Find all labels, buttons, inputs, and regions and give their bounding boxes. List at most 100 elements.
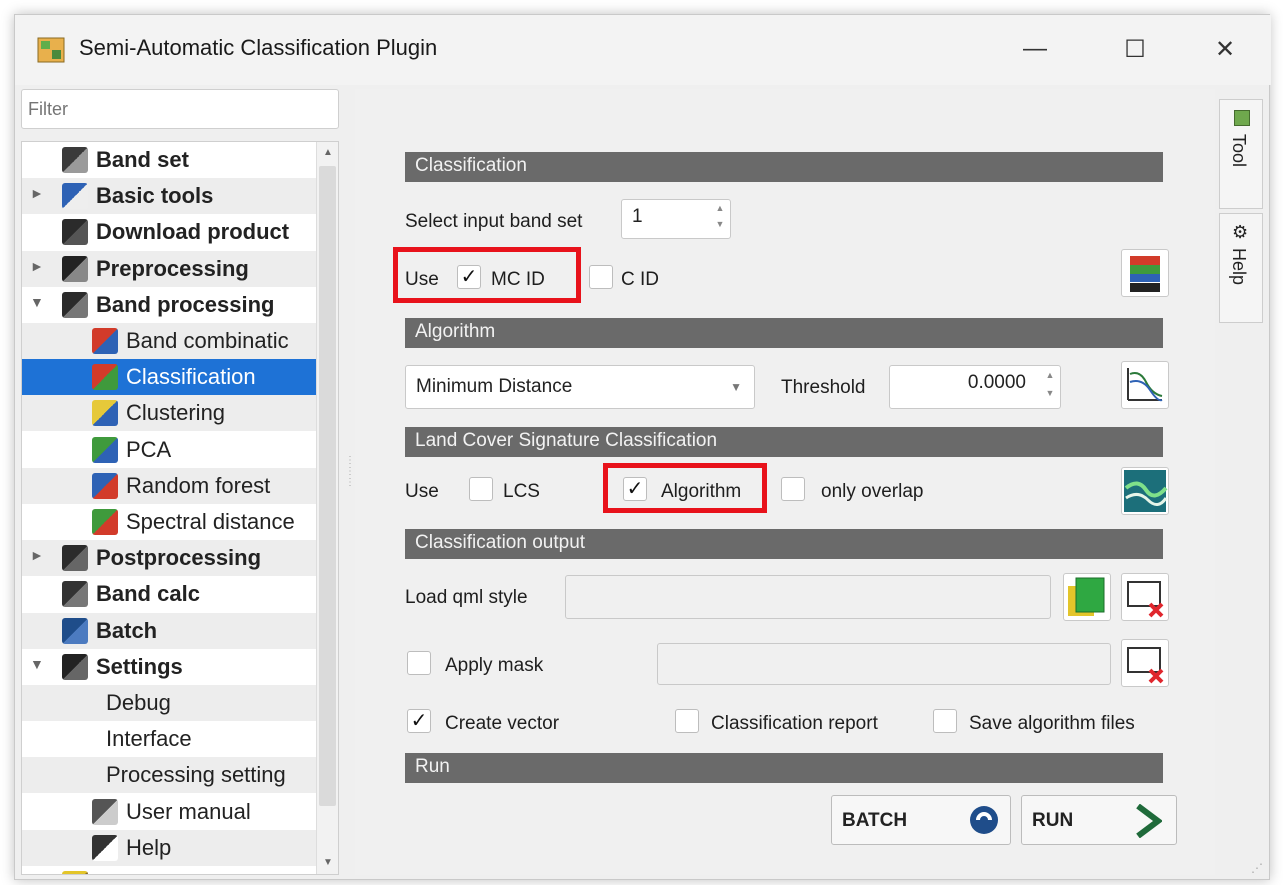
- tree-item-classification[interactable]: Classification: [22, 359, 316, 396]
- tree-item-clustering[interactable]: Clustering: [22, 395, 316, 432]
- tree-item-band-combinatic[interactable]: Band combinatic: [22, 323, 316, 359]
- tree-item-label: Debug: [106, 690, 171, 715]
- algorithm-dropdown[interactable]: Minimum Distance ▼: [405, 365, 755, 409]
- splitter-handle[interactable]: ⋮ ⋮ ⋮: [345, 455, 355, 515]
- classification-report-checkbox[interactable]: [675, 709, 699, 733]
- tree-item-debug[interactable]: Debug: [22, 685, 316, 721]
- classification-icon: [92, 364, 118, 391]
- tree-item-label: Band combinatic: [126, 328, 289, 353]
- scroll-thumb[interactable]: [319, 166, 336, 806]
- only-overlap-label: only overlap: [821, 481, 924, 502]
- tree-item-interface[interactable]: Interface: [22, 721, 316, 757]
- lcs-use-label: Use: [405, 481, 439, 502]
- tree-item-pca[interactable]: PCA: [22, 432, 316, 468]
- maximize-button[interactable]: ☐: [1105, 27, 1165, 71]
- plugin-window: Semi-Automatic Classification Plugin — ☐…: [14, 14, 1271, 880]
- select-band-set-label: Select input band set: [405, 211, 583, 232]
- tree-item-band-calc[interactable]: Band calc: [22, 576, 316, 612]
- collapse-arrow-icon[interactable]: ►: [30, 185, 44, 201]
- lcs-options-button[interactable]: [1121, 467, 1169, 515]
- save-algorithm-files-label: Save algorithm files: [969, 713, 1135, 734]
- help-icon: ⚙: [1232, 222, 1249, 242]
- band-set-spinbox[interactable]: 1 ▲ ▼: [621, 199, 731, 239]
- spectral-plot-icon: [1127, 368, 1163, 402]
- tree-item-about[interactable]: About: [22, 866, 316, 874]
- tree-item-label: User manual: [126, 798, 251, 824]
- tree-item-random-forest[interactable]: Random forest: [22, 467, 316, 504]
- tree-item-spectral-distance[interactable]: Spectral distance: [22, 504, 316, 540]
- spin-up-icon[interactable]: ▲: [1042, 370, 1058, 380]
- threshold-value: 0.0000: [967, 372, 1026, 393]
- tree-item-band-processing[interactable]: ▼ Band processing: [22, 287, 316, 323]
- expand-arrow-icon[interactable]: ▼: [30, 294, 44, 310]
- mc-id-checkbox[interactable]: ✓: [457, 265, 481, 289]
- reset-icon: [1127, 581, 1164, 618]
- postprocessing-icon: [62, 545, 88, 572]
- tool-icon: [1234, 110, 1250, 126]
- reset-mask-button[interactable]: [1121, 639, 1169, 687]
- open-file-icon: [1068, 577, 1105, 616]
- mc-id-label: MC ID: [491, 269, 545, 290]
- threshold-label: Threshold: [781, 377, 866, 398]
- tree-item-label: Help: [126, 834, 172, 860]
- spin-up-icon[interactable]: ▲: [712, 203, 728, 213]
- tree-item-batch[interactable]: Batch: [22, 612, 316, 649]
- tree-item-basic-tools[interactable]: ► Basic tools: [22, 178, 316, 215]
- tree-item-download-product[interactable]: Download product: [22, 214, 316, 250]
- lcs-section-header: Land Cover Signature Classification: [405, 427, 1163, 457]
- tree-item-label: Spectral distance: [126, 509, 295, 534]
- only-overlap-checkbox[interactable]: [781, 477, 805, 501]
- mask-path-field[interactable]: [657, 643, 1111, 685]
- apply-mask-checkbox[interactable]: [407, 651, 431, 675]
- spectral-distance-icon: [92, 509, 118, 535]
- batch-button[interactable]: BATCH: [831, 795, 1011, 845]
- lcs-checkbox[interactable]: [469, 477, 493, 501]
- scroll-down-arrow-icon[interactable]: ▼: [317, 852, 338, 874]
- tab-tool[interactable]: Tool: [1219, 99, 1263, 209]
- qml-path-field[interactable]: [565, 575, 1051, 619]
- threshold-spinbox[interactable]: 0.0000 ▲ ▼: [889, 365, 1061, 409]
- tree-item-label: About: [96, 871, 160, 874]
- classification-report-label: Classification report: [711, 713, 878, 734]
- create-vector-checkbox[interactable]: ✓: [407, 709, 431, 733]
- run-button[interactable]: RUN: [1021, 795, 1177, 845]
- save-algorithm-files-checkbox[interactable]: [933, 709, 957, 733]
- clustering-icon: [92, 400, 118, 427]
- c-id-checkbox[interactable]: [589, 265, 613, 289]
- basic-tools-icon: [62, 183, 88, 210]
- spin-down-icon[interactable]: ▼: [712, 219, 728, 229]
- band-set-tool-button[interactable]: [1121, 249, 1169, 297]
- minimize-button[interactable]: —: [1005, 27, 1065, 71]
- tree-item-preprocessing[interactable]: ► Preprocessing: [22, 250, 316, 287]
- tree-item-label: Classification: [126, 364, 256, 390]
- close-button[interactable]: ✕: [1195, 27, 1255, 71]
- collapse-arrow-icon[interactable]: ►: [30, 258, 44, 274]
- filter-input[interactable]: [21, 89, 339, 129]
- open-qml-button[interactable]: [1063, 573, 1111, 621]
- band-processing-icon: [62, 291, 88, 318]
- tree-item-band-set[interactable]: Band set: [22, 142, 316, 178]
- scroll-up-arrow-icon[interactable]: ▲: [317, 142, 338, 164]
- band-set-value: 1: [632, 206, 643, 227]
- classification-section-header: Classification: [405, 152, 1163, 182]
- algorithm-options-button[interactable]: [1121, 361, 1169, 409]
- c-id-label: C ID: [621, 269, 659, 290]
- tree-item-help[interactable]: Help: [22, 829, 316, 866]
- download-icon: [62, 219, 88, 246]
- lcs-plot-icon: [1124, 470, 1168, 512]
- lcs-algorithm-checkbox[interactable]: ✓: [623, 477, 647, 501]
- tab-help[interactable]: ⚙ Help: [1219, 213, 1263, 323]
- spin-down-icon[interactable]: ▼: [1042, 388, 1058, 398]
- tree-scrollbar[interactable]: ▲ ▼: [316, 142, 338, 874]
- tree-item-settings[interactable]: ▼ Settings: [22, 649, 316, 685]
- expand-arrow-icon[interactable]: ▼: [30, 656, 44, 672]
- tree-item-processing-setting[interactable]: Processing setting: [22, 757, 316, 794]
- reset-qml-button[interactable]: [1121, 573, 1169, 621]
- resize-grip-icon[interactable]: ⋰: [1251, 861, 1263, 875]
- tree-item-label: Band processing: [96, 291, 275, 317]
- tree-item-user-manual[interactable]: User manual: [22, 794, 316, 830]
- tree-item-postprocessing[interactable]: ► Postprocessing: [22, 540, 316, 577]
- collapse-arrow-icon[interactable]: ►: [30, 547, 44, 563]
- help-icon: [92, 834, 118, 861]
- tree-item-label: Interface: [106, 726, 192, 752]
